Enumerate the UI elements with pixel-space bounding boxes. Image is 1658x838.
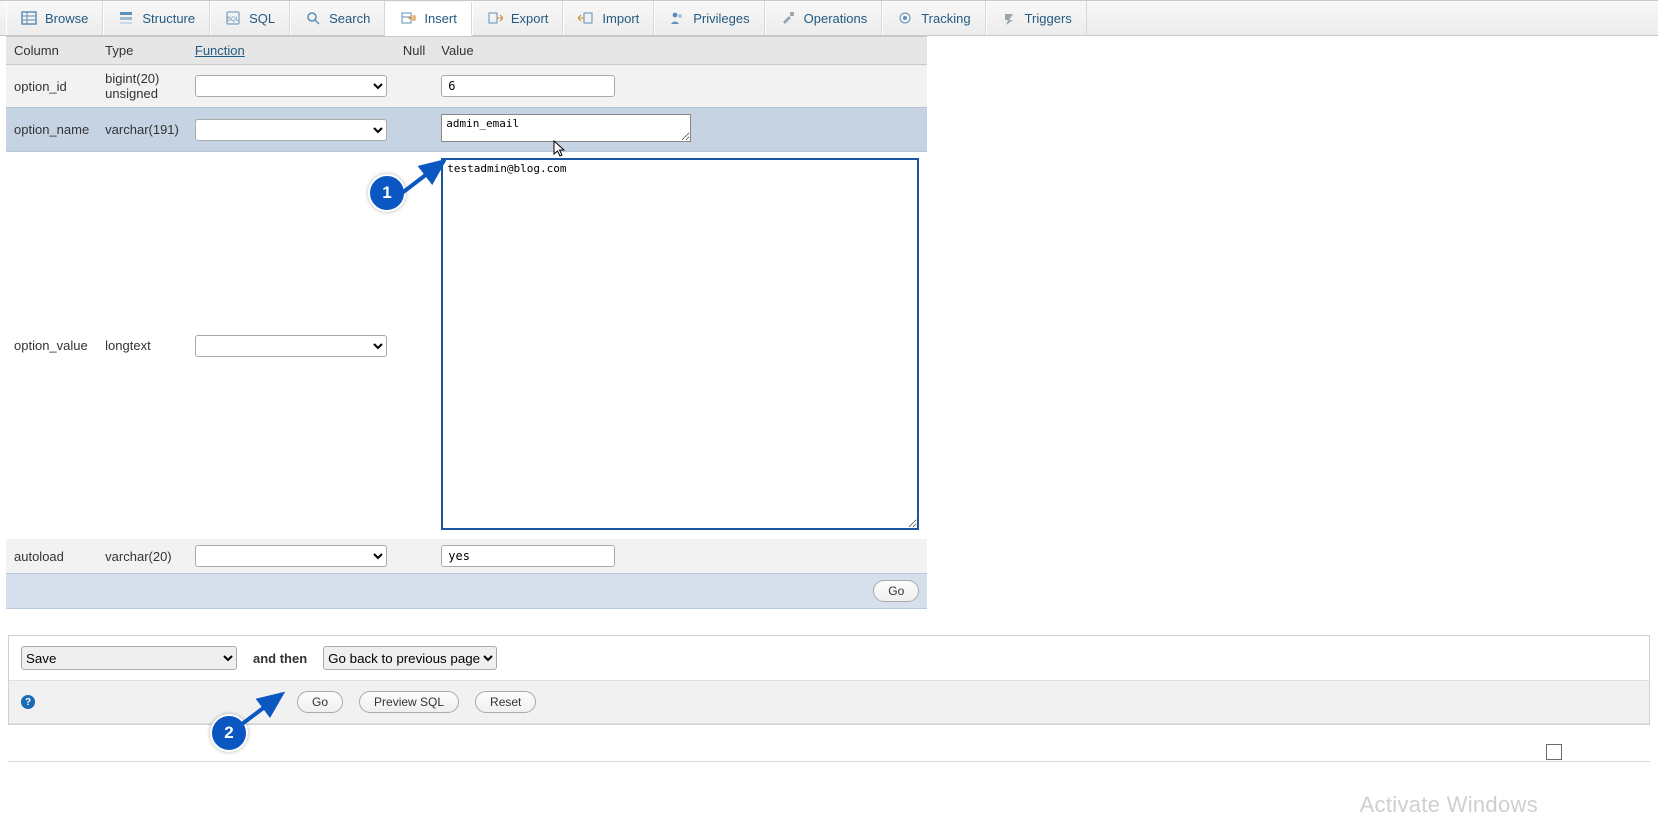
insert-table: Column Type Function Null Value option_i… <box>6 36 927 609</box>
search-icon <box>305 10 321 26</box>
cell-type: bigint(20) unsigned <box>97 65 187 108</box>
header-type: Type <box>97 37 187 65</box>
console-toggle-icon[interactable] <box>1546 744 1562 760</box>
cell-column: option_name <box>6 108 97 152</box>
header-column: Column <box>6 37 97 65</box>
and-then-label: and then <box>253 651 307 666</box>
tab-label: Operations <box>804 11 868 26</box>
tab-export[interactable]: Export <box>472 1 564 35</box>
operations-icon <box>780 10 796 26</box>
value-textarea-option-value[interactable]: testadmin@blog.com <box>441 158 919 530</box>
function-select[interactable] <box>195 335 387 357</box>
tab-label: Tracking <box>921 11 970 26</box>
tab-sql[interactable]: SQL SQL <box>210 1 290 35</box>
preview-sql-button[interactable]: Preview SQL <box>359 691 459 713</box>
export-icon <box>487 10 503 26</box>
table-row: option_name varchar(191) admin_email <box>6 108 927 152</box>
windows-activation-watermark: Activate Windows <box>1360 792 1538 818</box>
tab-label: SQL <box>249 11 275 26</box>
go-row: Go <box>6 574 927 609</box>
tab-label: Export <box>511 11 549 26</box>
tab-label: Insert <box>424 11 457 26</box>
value-textarea-option-name[interactable]: admin_email <box>441 114 691 142</box>
cell-type: varchar(20) <box>97 539 187 574</box>
table-row: option_value longtext testadmin@blog.com <box>6 152 927 540</box>
tab-structure[interactable]: Structure <box>103 1 210 35</box>
function-select[interactable] <box>195 545 387 567</box>
header-value: Value <box>433 37 927 65</box>
insert-icon <box>400 10 416 26</box>
import-icon <box>578 10 594 26</box>
tab-search[interactable]: Search <box>290 1 385 35</box>
tab-insert[interactable]: Insert <box>385 2 472 36</box>
cell-column: autoload <box>6 539 97 574</box>
go-button[interactable]: Go <box>297 691 343 713</box>
submit-type-select[interactable]: Save <box>21 646 237 670</box>
function-select[interactable] <box>195 75 387 97</box>
triggers-icon <box>1001 10 1017 26</box>
help-icon[interactable]: ? <box>21 695 35 709</box>
header-function[interactable]: Function <box>187 37 395 65</box>
tab-label: Triggers <box>1025 11 1072 26</box>
tab-privileges[interactable]: Privileges <box>654 1 764 35</box>
tab-label: Import <box>602 11 639 26</box>
reset-button[interactable]: Reset <box>475 691 536 713</box>
cell-type: varchar(191) <box>97 108 187 152</box>
cell-column: option_value <box>6 152 97 540</box>
tab-import[interactable]: Import <box>563 1 654 35</box>
go-button-inline[interactable]: Go <box>873 580 919 602</box>
tab-tracking[interactable]: Tracking <box>882 1 985 35</box>
tab-operations[interactable]: Operations <box>765 1 883 35</box>
after-insert-select[interactable]: Go back to previous page <box>323 646 497 670</box>
tab-browse[interactable]: Browse <box>6 1 103 35</box>
tab-label: Privileges <box>693 11 749 26</box>
function-select[interactable] <box>195 119 387 141</box>
browse-icon <box>21 10 37 26</box>
tab-label: Browse <box>45 11 88 26</box>
value-input-autoload[interactable] <box>441 545 615 567</box>
tracking-icon <box>897 10 913 26</box>
tab-triggers[interactable]: Triggers <box>986 1 1087 35</box>
structure-icon <box>118 10 134 26</box>
table-row: autoload varchar(20) <box>6 539 927 574</box>
value-input-option-id[interactable] <box>441 75 615 97</box>
cell-type: longtext <box>97 152 187 540</box>
svg-text:SQL: SQL <box>227 17 240 23</box>
sql-icon: SQL <box>225 10 241 26</box>
header-null: Null <box>395 37 433 65</box>
tab-label: Structure <box>142 11 195 26</box>
arrow-2 <box>238 688 294 732</box>
arrow-1 <box>398 155 454 203</box>
tab-label: Search <box>329 11 370 26</box>
top-tabs: Browse Structure SQL SQL Search Insert E… <box>0 0 1658 36</box>
cell-column: option_id <box>6 65 97 108</box>
table-row: option_id bigint(20) unsigned <box>6 65 927 108</box>
privileges-icon <box>669 10 685 26</box>
